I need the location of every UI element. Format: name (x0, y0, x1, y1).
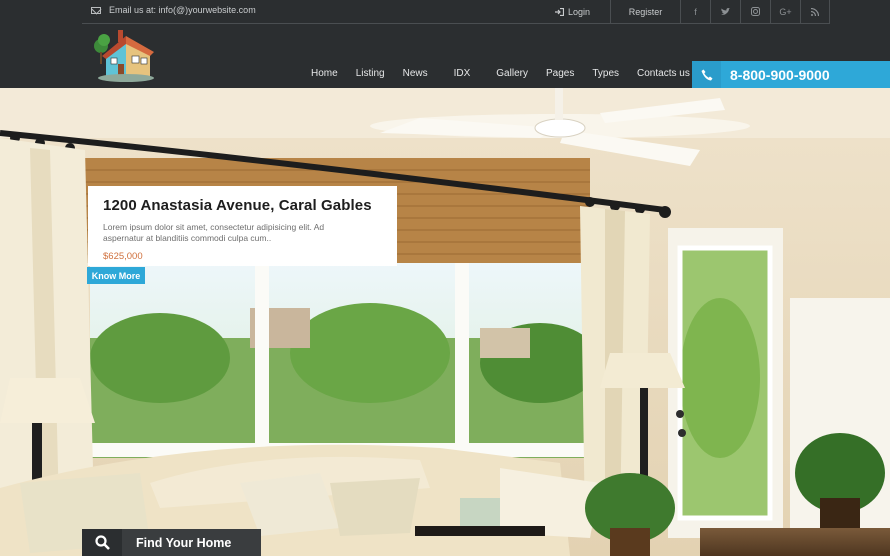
hero-image (0, 88, 890, 556)
nav-home[interactable]: Home (302, 68, 347, 80)
nav-contacts[interactable]: Contacts us (628, 68, 699, 80)
search-icon-container (82, 529, 122, 556)
login-link[interactable]: Login (555, 0, 610, 23)
top-bar: Email us at: info(@)yourwebsite.com Logi… (0, 0, 890, 23)
login-icon (555, 7, 564, 16)
phone-number: 8-800-900-9000 (730, 66, 830, 83)
register-link[interactable]: Register (610, 0, 680, 23)
nav-types[interactable]: Types (583, 68, 628, 80)
email-contact[interactable]: Email us at: info(@)yourwebsite.com (91, 5, 256, 15)
nav-news[interactable]: News (394, 68, 437, 80)
facebook-link[interactable]: f (680, 0, 710, 23)
listing-card: 1200 Anastasia Avenue, Caral Gables Lore… (88, 186, 397, 266)
phone-icon (701, 69, 712, 80)
register-label: Register (628, 6, 663, 17)
phone-contact[interactable]: 8-800-900-9000 (692, 61, 890, 88)
twitter-link[interactable] (710, 0, 740, 23)
find-home-bar[interactable]: Find Your Home (82, 529, 261, 556)
phone-icon-container (692, 61, 721, 88)
nav-gallery[interactable]: Gallery (487, 68, 537, 80)
listing-price: $625,000 (103, 251, 143, 262)
nav-listing[interactable]: Listing (347, 68, 394, 80)
find-home-label: Find Your Home (122, 529, 261, 556)
top-links: Login Register f G+ (555, 0, 830, 23)
know-more-button[interactable]: Know More (87, 267, 145, 284)
googleplus-link[interactable]: G+ (770, 0, 800, 23)
instagram-icon (751, 7, 760, 16)
living-room-photo (0, 88, 890, 556)
main-nav: Home Listing News IDX Gallery Pages Type… (302, 68, 699, 80)
email-text: Email us at: info(@)yourwebsite.com (109, 5, 256, 15)
twitter-icon (721, 7, 730, 15)
nav-idx[interactable]: IDX (437, 68, 488, 80)
search-icon (94, 535, 110, 550)
instagram-link[interactable] (740, 0, 770, 23)
listing-description: Lorem ipsum dolor sit amet, consectetur … (103, 222, 325, 243)
login-label: Login (568, 6, 591, 17)
facebook-icon: f (694, 6, 697, 17)
house-logo-icon[interactable] (92, 24, 156, 84)
envelope-icon (91, 6, 101, 14)
nav-pages[interactable]: Pages (537, 68, 583, 80)
rss-link[interactable] (800, 0, 830, 23)
listing-title[interactable]: 1200 Anastasia Avenue, Caral Gables (103, 197, 383, 214)
rss-icon (811, 7, 819, 16)
googleplus-icon: G+ (779, 6, 792, 17)
